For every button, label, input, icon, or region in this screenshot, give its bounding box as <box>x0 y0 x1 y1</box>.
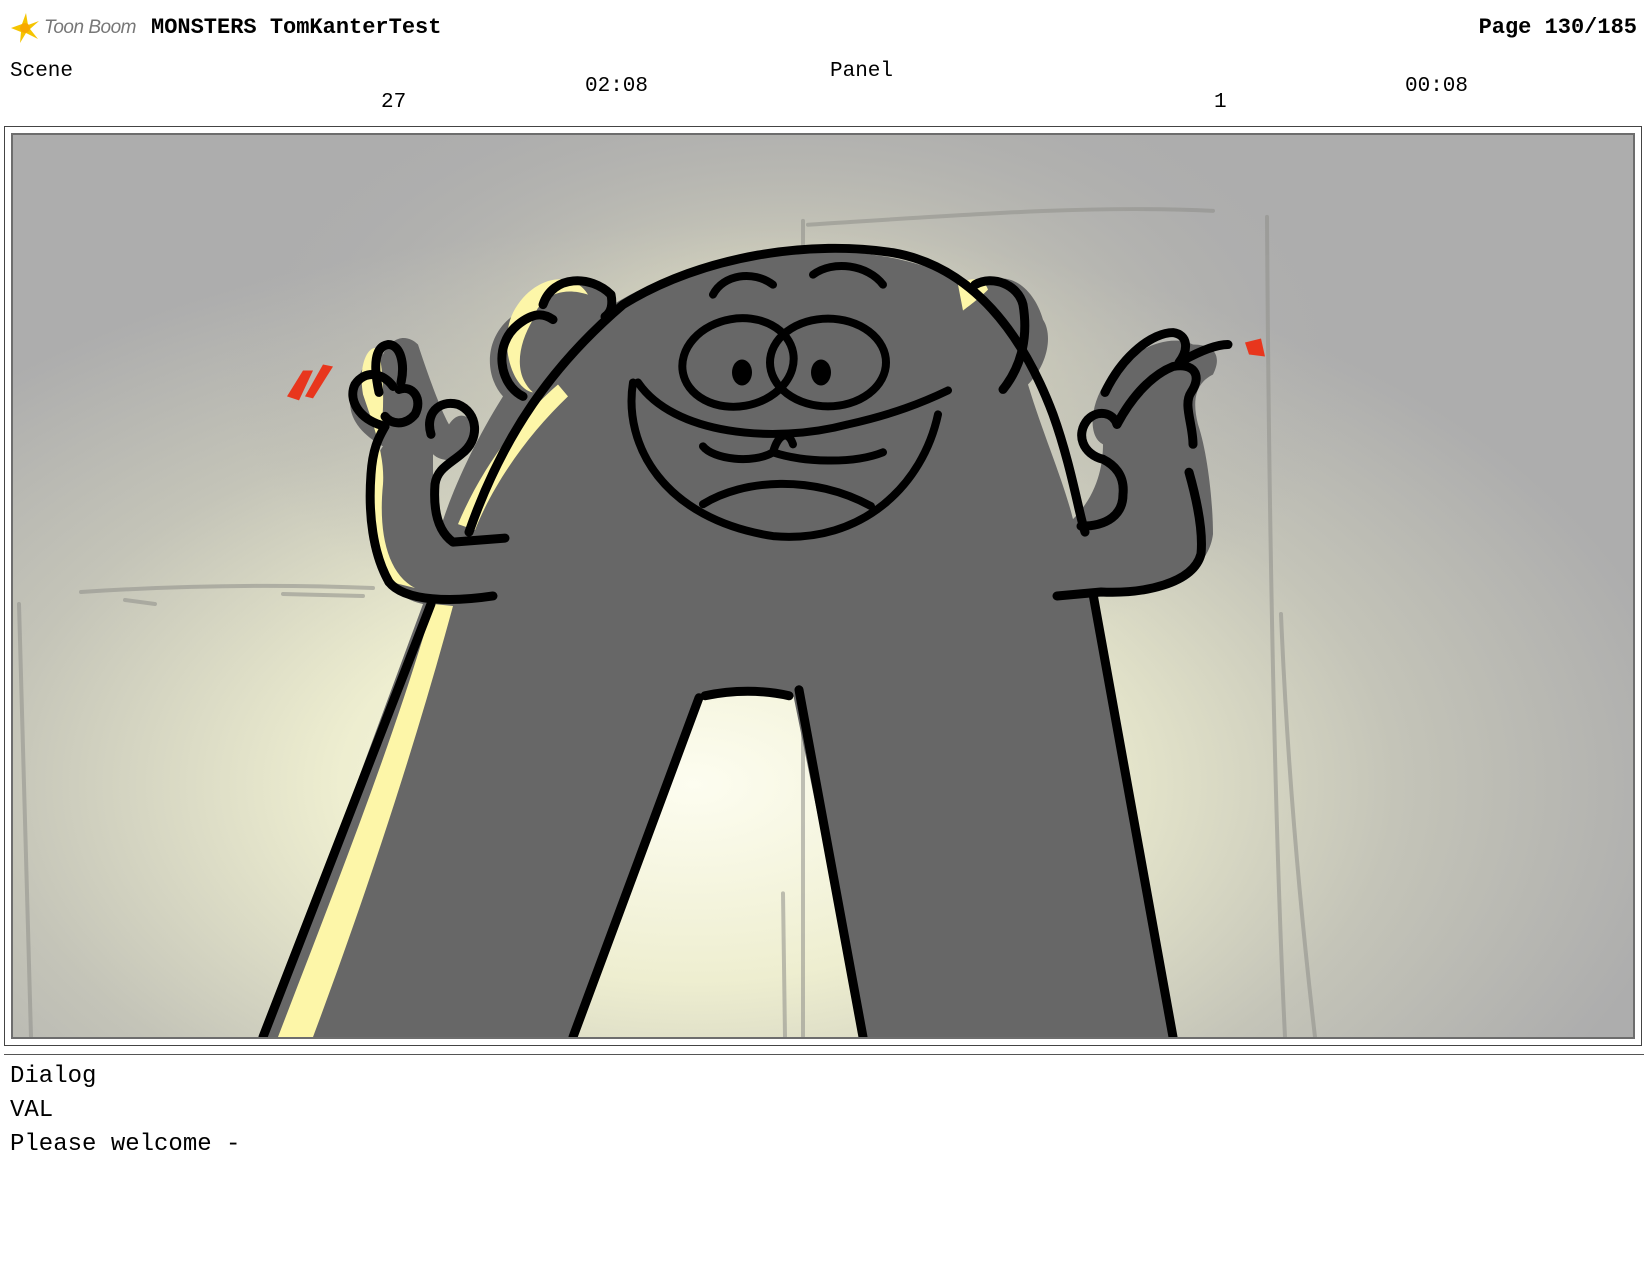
scene-duration: 02:08 <box>585 75 649 98</box>
panel-label: Panel <box>830 60 894 83</box>
toon-boom-logo: Toon Boom <box>8 10 136 46</box>
dialog-line: Please welcome - <box>10 1131 241 1158</box>
panel-frame <box>4 126 1642 1046</box>
panel-number: 1 <box>1214 91 1227 114</box>
page-number: Page 130/185 <box>1478 15 1637 40</box>
scene-label: Scene <box>10 60 74 83</box>
monster-drawing <box>13 135 1633 1037</box>
logo-text: Toon Boom <box>44 17 136 38</box>
starburst-icon <box>11 13 39 43</box>
panel-duration: 00:08 <box>1405 75 1469 98</box>
scene-number: 27 <box>381 91 407 114</box>
separator-line <box>4 1054 1644 1055</box>
dialog-label: Dialog <box>10 1063 97 1090</box>
dialog-character: VAL <box>10 1097 54 1124</box>
project-title: MONSTERS TomKanterTest <box>151 15 442 40</box>
dialog-section: Dialog VAL Please welcome - <box>10 1060 240 1162</box>
panel-image <box>11 133 1635 1039</box>
